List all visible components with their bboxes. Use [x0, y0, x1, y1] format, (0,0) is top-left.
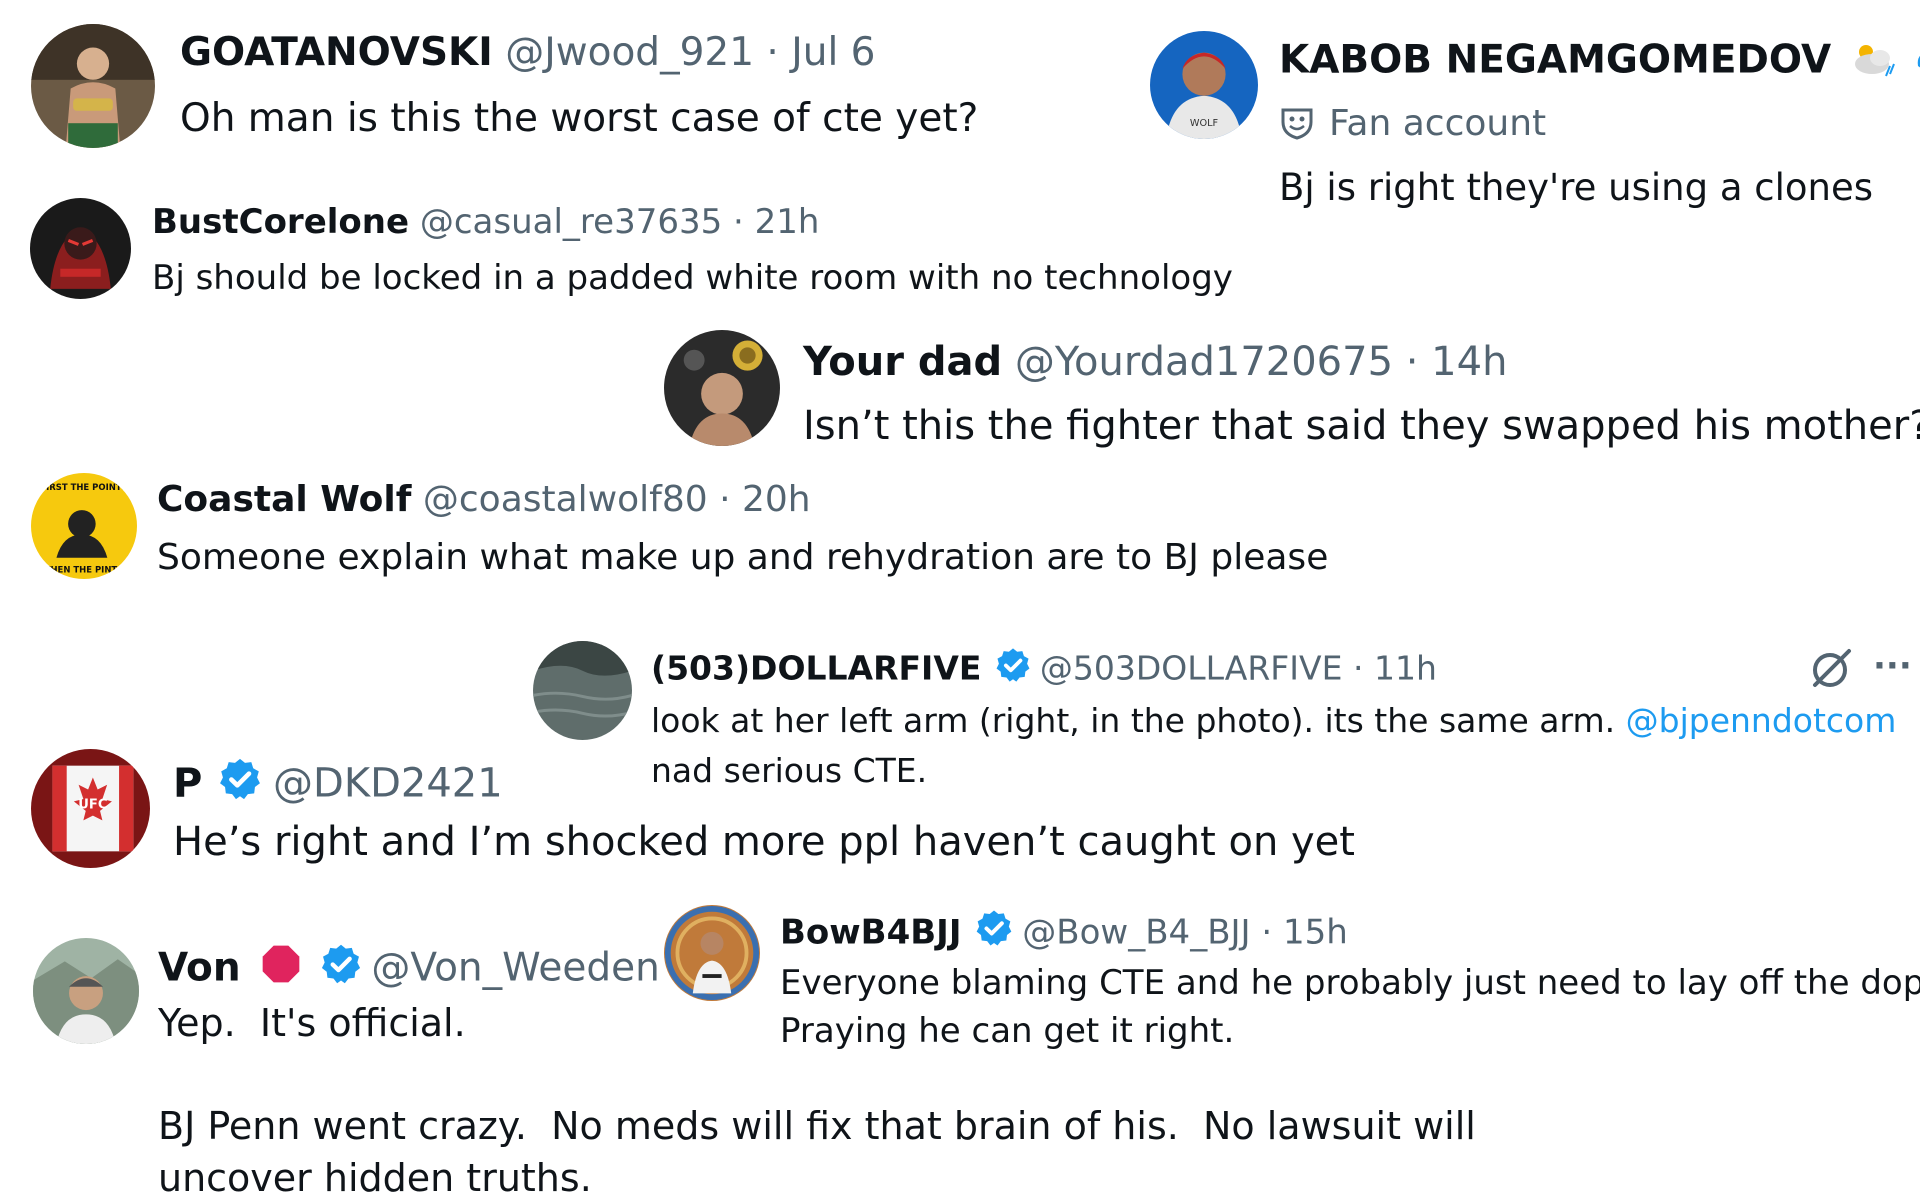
author-name[interactable]: Coastal Wolf [157, 479, 411, 520]
mention-link[interactable]: @bjpenndotcom [1626, 701, 1897, 740]
author-name[interactable]: GOATANOVSKI [180, 30, 493, 75]
post-time[interactable]: 20h [742, 479, 811, 520]
post-text-line-1: Everyone blaming CTE and he probably jus… [780, 963, 1920, 1003]
separator-dot: · [1405, 339, 1419, 385]
author-name[interactable]: BowB4BJJ [780, 912, 961, 952]
avatar-image: FIRST THE POINTS THEN THE PINTS [31, 473, 137, 579]
avatar-image [33, 938, 139, 1044]
post-header: Coastal Wolf @coastalwolf80 · 20h [157, 478, 811, 521]
author-handle[interactable]: @Jwood_921 [505, 30, 754, 75]
svg-text:WOLF: WOLF [1190, 118, 1219, 129]
avatar-image [30, 198, 131, 299]
avatar-image [31, 24, 155, 148]
red-badge-icon [259, 942, 303, 986]
post-text: Oh man is this the worst case of cte yet… [180, 96, 979, 141]
avatar-bottom-text: THEN THE PINTS [45, 565, 124, 575]
post-header: (503)DOLLARFIVE @503DOLLARFIVE · 11h [651, 646, 1437, 688]
avatar[interactable] [664, 330, 780, 446]
fan-account-icon [1279, 104, 1315, 140]
avatar-image [664, 330, 780, 446]
post-text-line-2: nad serious CTE. [651, 751, 928, 790]
author-handle[interactable]: @503DOLLARFIVE [1040, 648, 1343, 687]
avatar-image [533, 641, 632, 740]
author-name[interactable]: P [173, 760, 202, 806]
avatar[interactable] [664, 905, 760, 1001]
author-handle[interactable]: @coastalwolf80 [423, 479, 708, 520]
author-handle[interactable]: @Bow_B4_BJJ [1022, 912, 1250, 952]
verified-badge-icon [974, 908, 1014, 948]
post-header: GOATANOVSKI @Jwood_921 · Jul 6 [180, 30, 876, 77]
post-text: Bj is right they're using a clones [1279, 166, 1874, 209]
post-text: Bj should be locked in a padded white ro… [152, 258, 1233, 298]
emoji-icon [1852, 38, 1898, 78]
post-text-line-1: Yep. It's official. [158, 1001, 466, 1045]
fan-account-text: Fan account [1329, 103, 1547, 144]
post-text: Someone explain what make up and rehydra… [157, 537, 1329, 578]
post-header: BustCorelone @casual_re37635 · 21h [152, 202, 819, 243]
post-time[interactable]: Jul 6 [791, 30, 875, 75]
avatar[interactable]: FIRST THE POINTS THEN THE PINTS [31, 473, 137, 579]
avatar-image: WOLF [1150, 31, 1258, 139]
avatar[interactable] [33, 938, 139, 1044]
emoji-icon [1912, 36, 1920, 78]
avatar[interactable] [533, 641, 632, 740]
verified-badge-icon [994, 646, 1032, 684]
grok-icon[interactable] [1809, 645, 1855, 691]
author-name[interactable]: Your dad [803, 339, 1002, 385]
separator-dot: · [1261, 912, 1273, 953]
author-handle[interactable]: @casual_re37635 [420, 202, 722, 242]
author-handle[interactable]: @Von_Weeden [371, 946, 659, 991]
avatar[interactable]: UFC [31, 749, 150, 868]
avatar[interactable]: WOLF [1150, 31, 1258, 139]
post-text: look at her left arm (right, in the phot… [651, 701, 1616, 740]
avatar-ufc-text: UFC [78, 798, 107, 813]
avatar-image [664, 905, 760, 1001]
author-name[interactable]: KABOB NEGAMGOMEDOV [1279, 38, 1831, 83]
author-name[interactable]: BustCorelone [152, 202, 409, 242]
post-text-line-1: look at her left arm (right, in the phot… [651, 701, 1896, 741]
fan-account-label: Fan account [1279, 102, 1546, 145]
post-header: P @DKD2421 [173, 756, 503, 807]
separator-dot: · [719, 479, 731, 520]
verified-badge-icon [319, 942, 363, 986]
post-header: BowB4BJJ @Bow_B4_BJJ · 15h [780, 908, 1348, 953]
post-header: KABOB NEGAMGOMEDOV [1279, 36, 1920, 84]
avatar[interactable] [30, 198, 131, 299]
post-text-line-2: Praying he can get it right. [780, 1011, 1235, 1051]
post-time[interactable]: 14h [1431, 339, 1507, 385]
separator-dot: · [733, 202, 744, 242]
post-header: Von @Von_Weeden [158, 942, 660, 992]
avatar[interactable] [31, 24, 155, 148]
separator-dot: · [766, 30, 779, 75]
avatar-image: UFC [31, 749, 150, 868]
more-icon[interactable]: ··· [1873, 646, 1912, 687]
verified-badge-icon [217, 756, 263, 802]
post-text-line-3: uncover hidden truths. [158, 1156, 592, 1200]
post-time[interactable]: 21h [755, 202, 820, 242]
avatar-top-text: FIRST THE POINTS [40, 482, 127, 492]
post-text-line-2: BJ Penn went crazy. No meds will fix tha… [158, 1104, 1476, 1148]
author-handle[interactable]: @DKD2421 [273, 760, 503, 806]
post-text: Isn’t this the fighter that said they sw… [803, 403, 1920, 449]
post-time[interactable]: 11h [1374, 648, 1437, 687]
post-text: He’s right and I’m shocked more ppl have… [173, 819, 1355, 865]
author-name[interactable]: Von [158, 946, 241, 991]
post-header: Your dad @Yourdad1720675 · 14h [803, 338, 1507, 386]
post-time[interactable]: 15h [1283, 912, 1348, 952]
author-handle[interactable]: @Yourdad1720675 [1015, 339, 1393, 385]
separator-dot: · [1352, 648, 1364, 688]
author-name[interactable]: (503)DOLLARFIVE [651, 648, 981, 687]
